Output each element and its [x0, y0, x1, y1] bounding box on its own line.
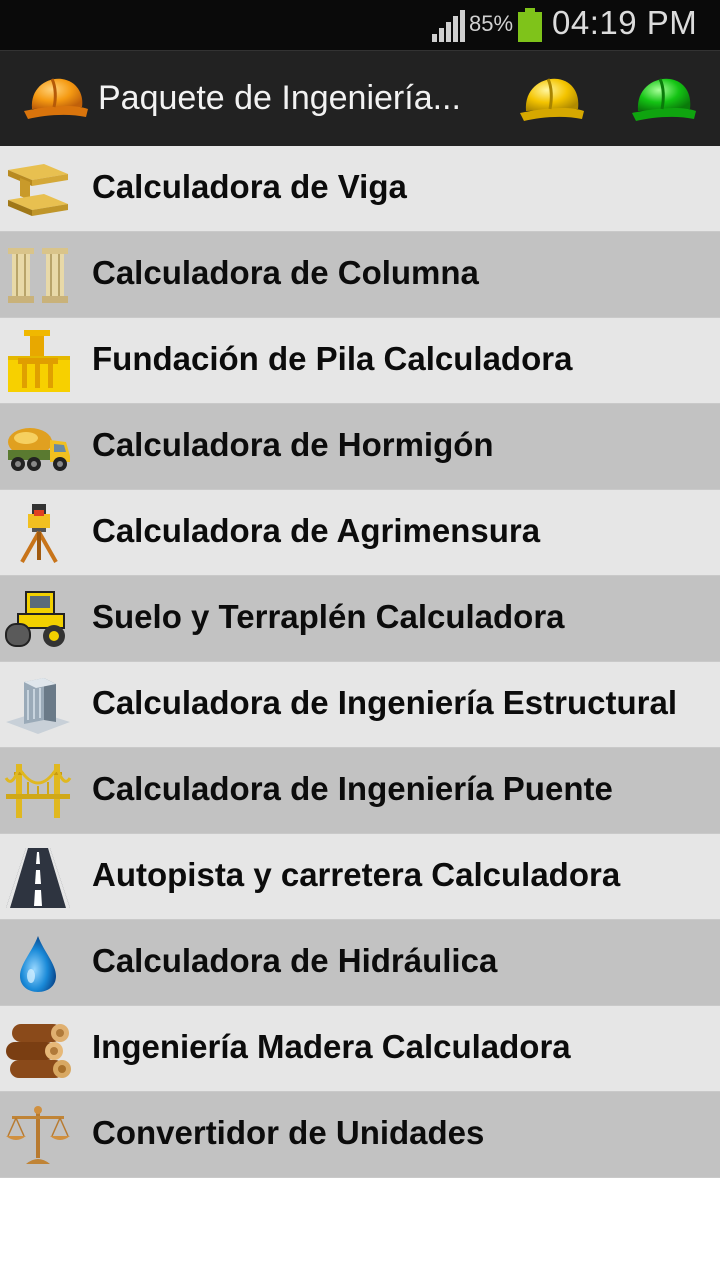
water-drop-icon	[20, 936, 56, 992]
road-roller-icon	[5, 591, 65, 647]
app-title: Paquete de Ingeniería...	[98, 79, 461, 117]
list-item-puente[interactable]: Calculadora de Ingeniería Puente	[0, 748, 720, 834]
pile-foundation-icon	[8, 330, 70, 392]
list-item-autopista[interactable]: Autopista y carretera Calculadora	[0, 834, 720, 920]
green-hard-hat-icon	[632, 78, 696, 121]
building-icon	[6, 678, 70, 734]
yellow-hard-hat-button[interactable]	[516, 71, 586, 127]
green-hard-hat-button[interactable]	[628, 71, 698, 127]
list-item-label: Fundación de Pila Calculadora	[92, 340, 573, 377]
list-item-hidraulica[interactable]: Calculadora de Hidráulica	[0, 920, 720, 1006]
orange-hard-hat-icon[interactable]	[22, 73, 90, 125]
signal-icon	[432, 10, 465, 42]
list-item-unidades[interactable]: Convertidor de Unidades	[0, 1092, 720, 1178]
calculator-list: Calculadora de Viga Calculadora de Colum…	[0, 146, 720, 1178]
columns-icon	[8, 248, 68, 303]
concrete-mixer-truck-icon	[8, 428, 70, 471]
list-item-suelo[interactable]: Suelo y Terraplén Calculadora	[0, 576, 720, 662]
list-item-viga[interactable]: Calculadora de Viga	[0, 146, 720, 232]
list-item-columna[interactable]: Calculadora de Columna	[0, 232, 720, 318]
list-item-label: Suelo y Terraplén Calculadora	[92, 598, 565, 635]
list-item-label: Calculadora de Hormigón	[92, 426, 494, 463]
battery-percent: 85%	[469, 11, 514, 36]
list-item-madera[interactable]: Ingeniería Madera Calculadora	[0, 1006, 720, 1092]
list-item-label: Calculadora de Agrimensura	[92, 512, 541, 549]
list-item-label: Calculadora de Viga	[92, 168, 407, 205]
timber-logs-icon	[6, 1024, 71, 1078]
surveying-tripod-icon	[20, 504, 58, 563]
list-item-hormigon[interactable]: Calculadora de Hormigón	[0, 404, 720, 490]
yellow-hard-hat-icon	[520, 78, 584, 121]
list-item-label: Calculadora de Ingeniería Puente	[92, 770, 613, 807]
list-item-label: Ingeniería Madera Calculadora	[92, 1028, 571, 1065]
list-item-label: Calculadora de Ingeniería Estructural	[92, 684, 678, 721]
list-item-label: Calculadora de Columna	[92, 254, 479, 291]
steel-beam-icon	[8, 164, 68, 216]
balance-scale-icon	[6, 1106, 70, 1164]
list-item-label: Calculadora de Hidráulica	[92, 942, 498, 979]
action-bar: Paquete de Ingeniería...	[0, 50, 720, 146]
list-item-label: Convertidor de Unidades	[92, 1114, 485, 1151]
battery-icon	[518, 8, 542, 42]
list-item-label: Autopista y carretera Calculadora	[92, 856, 621, 893]
clock: 04:19 PM	[552, 4, 698, 41]
highway-icon	[6, 848, 70, 908]
list-item-estructural[interactable]: Calculadora de Ingeniería Estructural	[0, 662, 720, 748]
status-bar: 85% 04:19 PM	[0, 0, 720, 50]
list-item-pila[interactable]: Fundación de Pila Calculadora	[0, 318, 720, 404]
list-item-agrimensura[interactable]: Calculadora de Agrimensura	[0, 490, 720, 576]
bridge-icon	[4, 764, 72, 818]
